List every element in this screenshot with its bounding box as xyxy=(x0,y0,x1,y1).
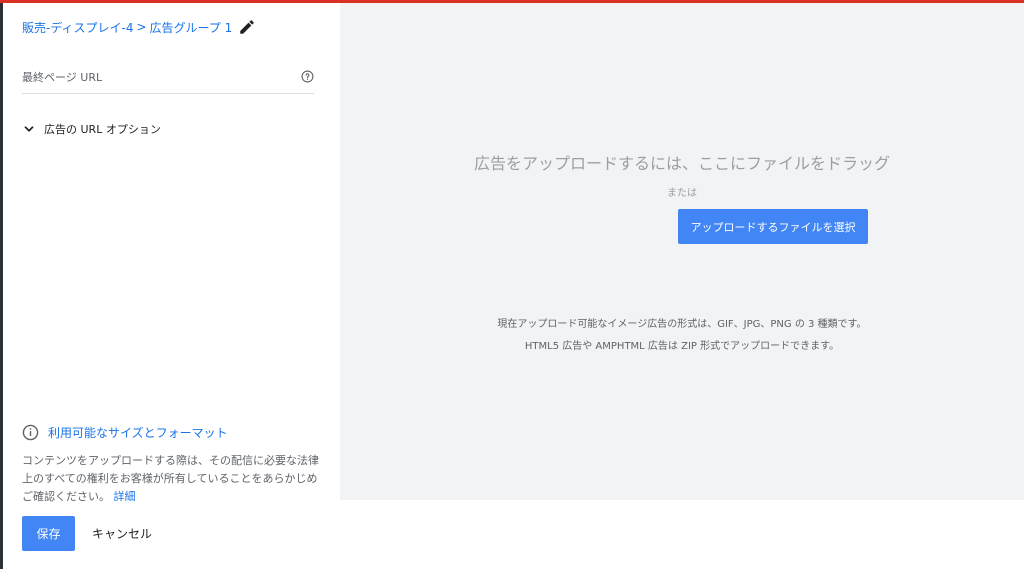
breadcrumb-separator: > xyxy=(136,20,147,34)
dropzone-title: 広告をアップロードするには、ここにファイルをドラッグ xyxy=(473,154,890,173)
breadcrumb-campaign[interactable]: 販売-ディスプレイ-4 xyxy=(22,19,133,36)
cancel-button[interactable]: キャンセル xyxy=(86,516,158,551)
ad-editor-panel: 販売-ディスプレイ-4 > 広告グループ 1 広告の URL オプション 利用可… xyxy=(3,3,339,569)
save-button[interactable]: 保存 xyxy=(22,516,75,551)
url-options-toggle[interactable]: 広告の URL オプション xyxy=(22,121,161,137)
final-url-input[interactable] xyxy=(22,71,282,84)
dropzone-or-text: または xyxy=(667,188,697,199)
final-url-field xyxy=(22,65,314,94)
info-icon xyxy=(22,424,39,441)
supported-formats-text: 現在アップロード可能なイメージ広告の形式は、GIF、JPG、PNG の 3 種類… xyxy=(497,319,867,330)
breadcrumb-ad-group[interactable]: 広告グループ 1 xyxy=(150,19,233,36)
disclaimer-text: コンテンツをアップロードする際は、その配信に必要な法律上のすべての権利をお客様が… xyxy=(22,454,319,503)
formats-link-row[interactable]: 利用可能なサイズとフォーマット xyxy=(22,424,228,441)
rights-disclaimer: コンテンツをアップロードする際は、その配信に必要な法律上のすべての権利をお客様が… xyxy=(22,452,322,506)
details-link[interactable]: 詳細 xyxy=(114,490,136,503)
help-icon[interactable] xyxy=(301,70,314,83)
formats-link[interactable]: 利用可能なサイズとフォーマット xyxy=(48,424,228,441)
breadcrumb: 販売-ディスプレイ-4 > 広告グループ 1 xyxy=(22,18,256,36)
html5-formats-text: HTML5 広告や AMPHTML 広告は ZIP 形式でアップロードできます。 xyxy=(524,341,840,352)
url-options-label: 広告の URL オプション xyxy=(44,123,161,136)
select-file-button[interactable]: アップロードするファイルを選択 xyxy=(678,209,868,244)
chevron-down-icon xyxy=(24,126,34,132)
upload-dropzone[interactable]: 広告をアップロードするには、ここにファイルをドラッグ または アップロードするフ… xyxy=(340,3,1024,500)
edit-icon[interactable] xyxy=(238,18,256,36)
